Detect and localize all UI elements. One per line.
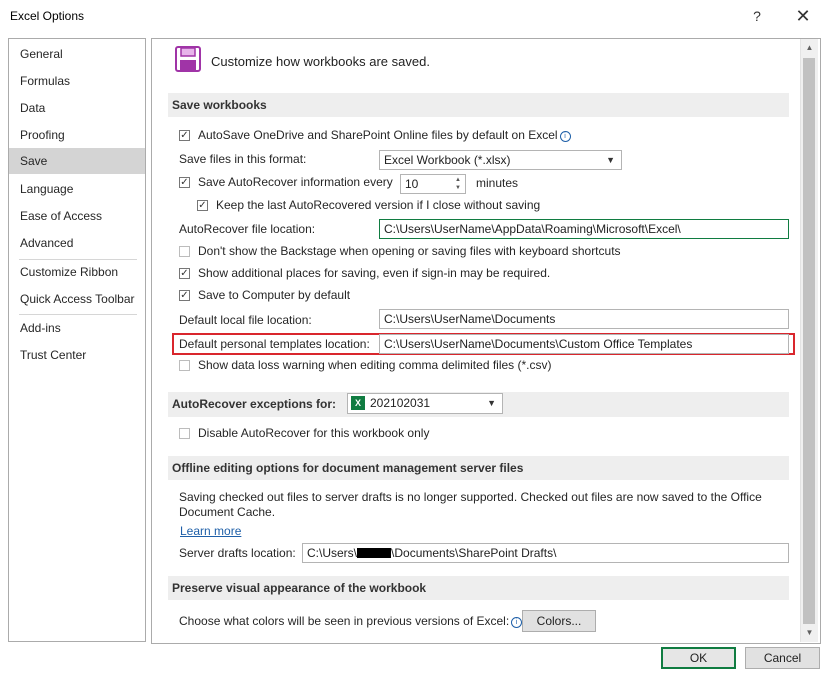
window-title: Excel Options [10,9,85,23]
cancel-button[interactable]: Cancel [745,647,820,669]
default-local-label: Default local file location: [179,313,312,327]
info-icon[interactable]: i [559,131,571,142]
offline-desc-line2: Document Cache. [179,505,276,519]
data-loss-label: Show data loss warning when editing comm… [198,358,552,372]
backstage-label: Don't show the Backstage when opening or… [198,244,621,258]
data-loss-checkbox[interactable] [179,360,190,371]
additional-places-checkbox[interactable] [179,268,190,279]
colors-label: Choose what colors will be seen in previ… [179,614,523,628]
offline-editing-header: Offline editing options for document man… [168,456,789,480]
sidebar-item-save[interactable]: Save [9,148,145,174]
chevron-down-icon: ▼ [487,398,496,408]
sidebar-item-general[interactable]: General [9,41,145,67]
autorecover-minutes-stepper[interactable]: 10 ▲ ▼ [400,174,466,194]
redaction-bar [357,548,392,558]
autorecover-location-label: AutoRecover file location: [179,222,316,236]
close-icon[interactable]: ✕ [791,5,815,27]
excel-icon: X [351,396,365,410]
chevron-down-icon: ▼ [606,155,615,165]
preserve-appearance-header: Preserve visual appearance of the workbo… [168,576,789,600]
additional-places-label: Show additional places for saving, even … [198,266,551,280]
sidebar-item-add-ins[interactable]: Add-ins [9,315,145,341]
autorecover-checkbox[interactable] [179,177,190,188]
workbook-dropdown[interactable]: X 202102031 ▼ [347,393,503,414]
scroll-thumb[interactable] [803,58,815,624]
save-format-dropdown[interactable]: Excel Workbook (*.xlsx) ▼ [379,150,622,170]
format-label: Save files in this format: [179,152,307,166]
server-drafts-label: Server drafts location: [179,546,296,560]
spinner-icon[interactable]: ▲ ▼ [453,176,463,192]
sidebar-item-language[interactable]: Language [9,176,145,202]
autosave-label: AutoSave OneDrive and SharePoint Online … [198,128,571,142]
backstage-checkbox[interactable] [179,246,190,257]
colors-button[interactable]: Colors... [522,610,596,632]
default-local-input[interactable]: C:\Users\UserName\Documents [379,309,789,329]
sidebar-item-quick-access-toolbar[interactable]: Quick Access Toolbar [9,286,145,312]
disable-autorecover-label: Disable AutoRecover for this workbook on… [198,426,430,440]
info-icon[interactable]: i [511,617,523,628]
templates-location-input[interactable]: C:\Users\UserName\Documents\Custom Offic… [379,334,789,354]
sidebar-item-ease-of-access[interactable]: Ease of Access [9,203,145,229]
sidebar-item-advanced[interactable]: Advanced [9,230,145,256]
autosave-checkbox[interactable] [179,130,190,141]
scroll-up-icon[interactable]: ▲ [804,42,815,54]
sidebar-item-formulas[interactable]: Formulas [9,68,145,94]
minutes-label: minutes [476,176,519,190]
help-icon[interactable]: ? [745,5,769,27]
save-workbooks-header: Save workbooks [168,93,789,117]
ok-button[interactable]: OK [661,647,736,669]
page-title: Customize how workbooks are saved. [211,54,430,69]
offline-desc-line1: Saving checked out files to server draft… [179,490,762,504]
title-bar: Excel Options ? ✕ [0,0,832,32]
autorecover-location-input[interactable]: C:\Users\UserName\AppData\Roaming\Micros… [379,219,789,239]
vertical-scrollbar[interactable]: ▲ ▼ [800,39,818,642]
save-to-computer-label: Save to Computer by default [198,288,351,302]
autorecover-label: Save AutoRecover information every [198,175,393,189]
sidebar-item-data[interactable]: Data [9,95,145,121]
server-drafts-input[interactable]: C:\Users\ \Documents\SharePoint Drafts\ [302,543,789,563]
sidebar-item-trust-center[interactable]: Trust Center [9,342,145,368]
sidebar-item-customize-ribbon[interactable]: Customize Ribbon [9,259,145,285]
sidebar: General Formulas Data Proofing Save Lang… [8,38,146,642]
keep-last-label: Keep the last AutoRecovered version if I… [216,198,541,212]
scroll-down-icon[interactable]: ▼ [804,627,815,639]
sidebar-item-proofing[interactable]: Proofing [9,122,145,148]
keep-last-checkbox[interactable] [197,200,208,211]
templates-location-label: Default personal templates location: [179,337,370,351]
save-to-computer-checkbox[interactable] [179,290,190,301]
disable-autorecover-checkbox[interactable] [179,428,190,439]
learn-more-link[interactable]: Learn more [180,524,241,538]
save-floppy-icon [175,46,201,72]
